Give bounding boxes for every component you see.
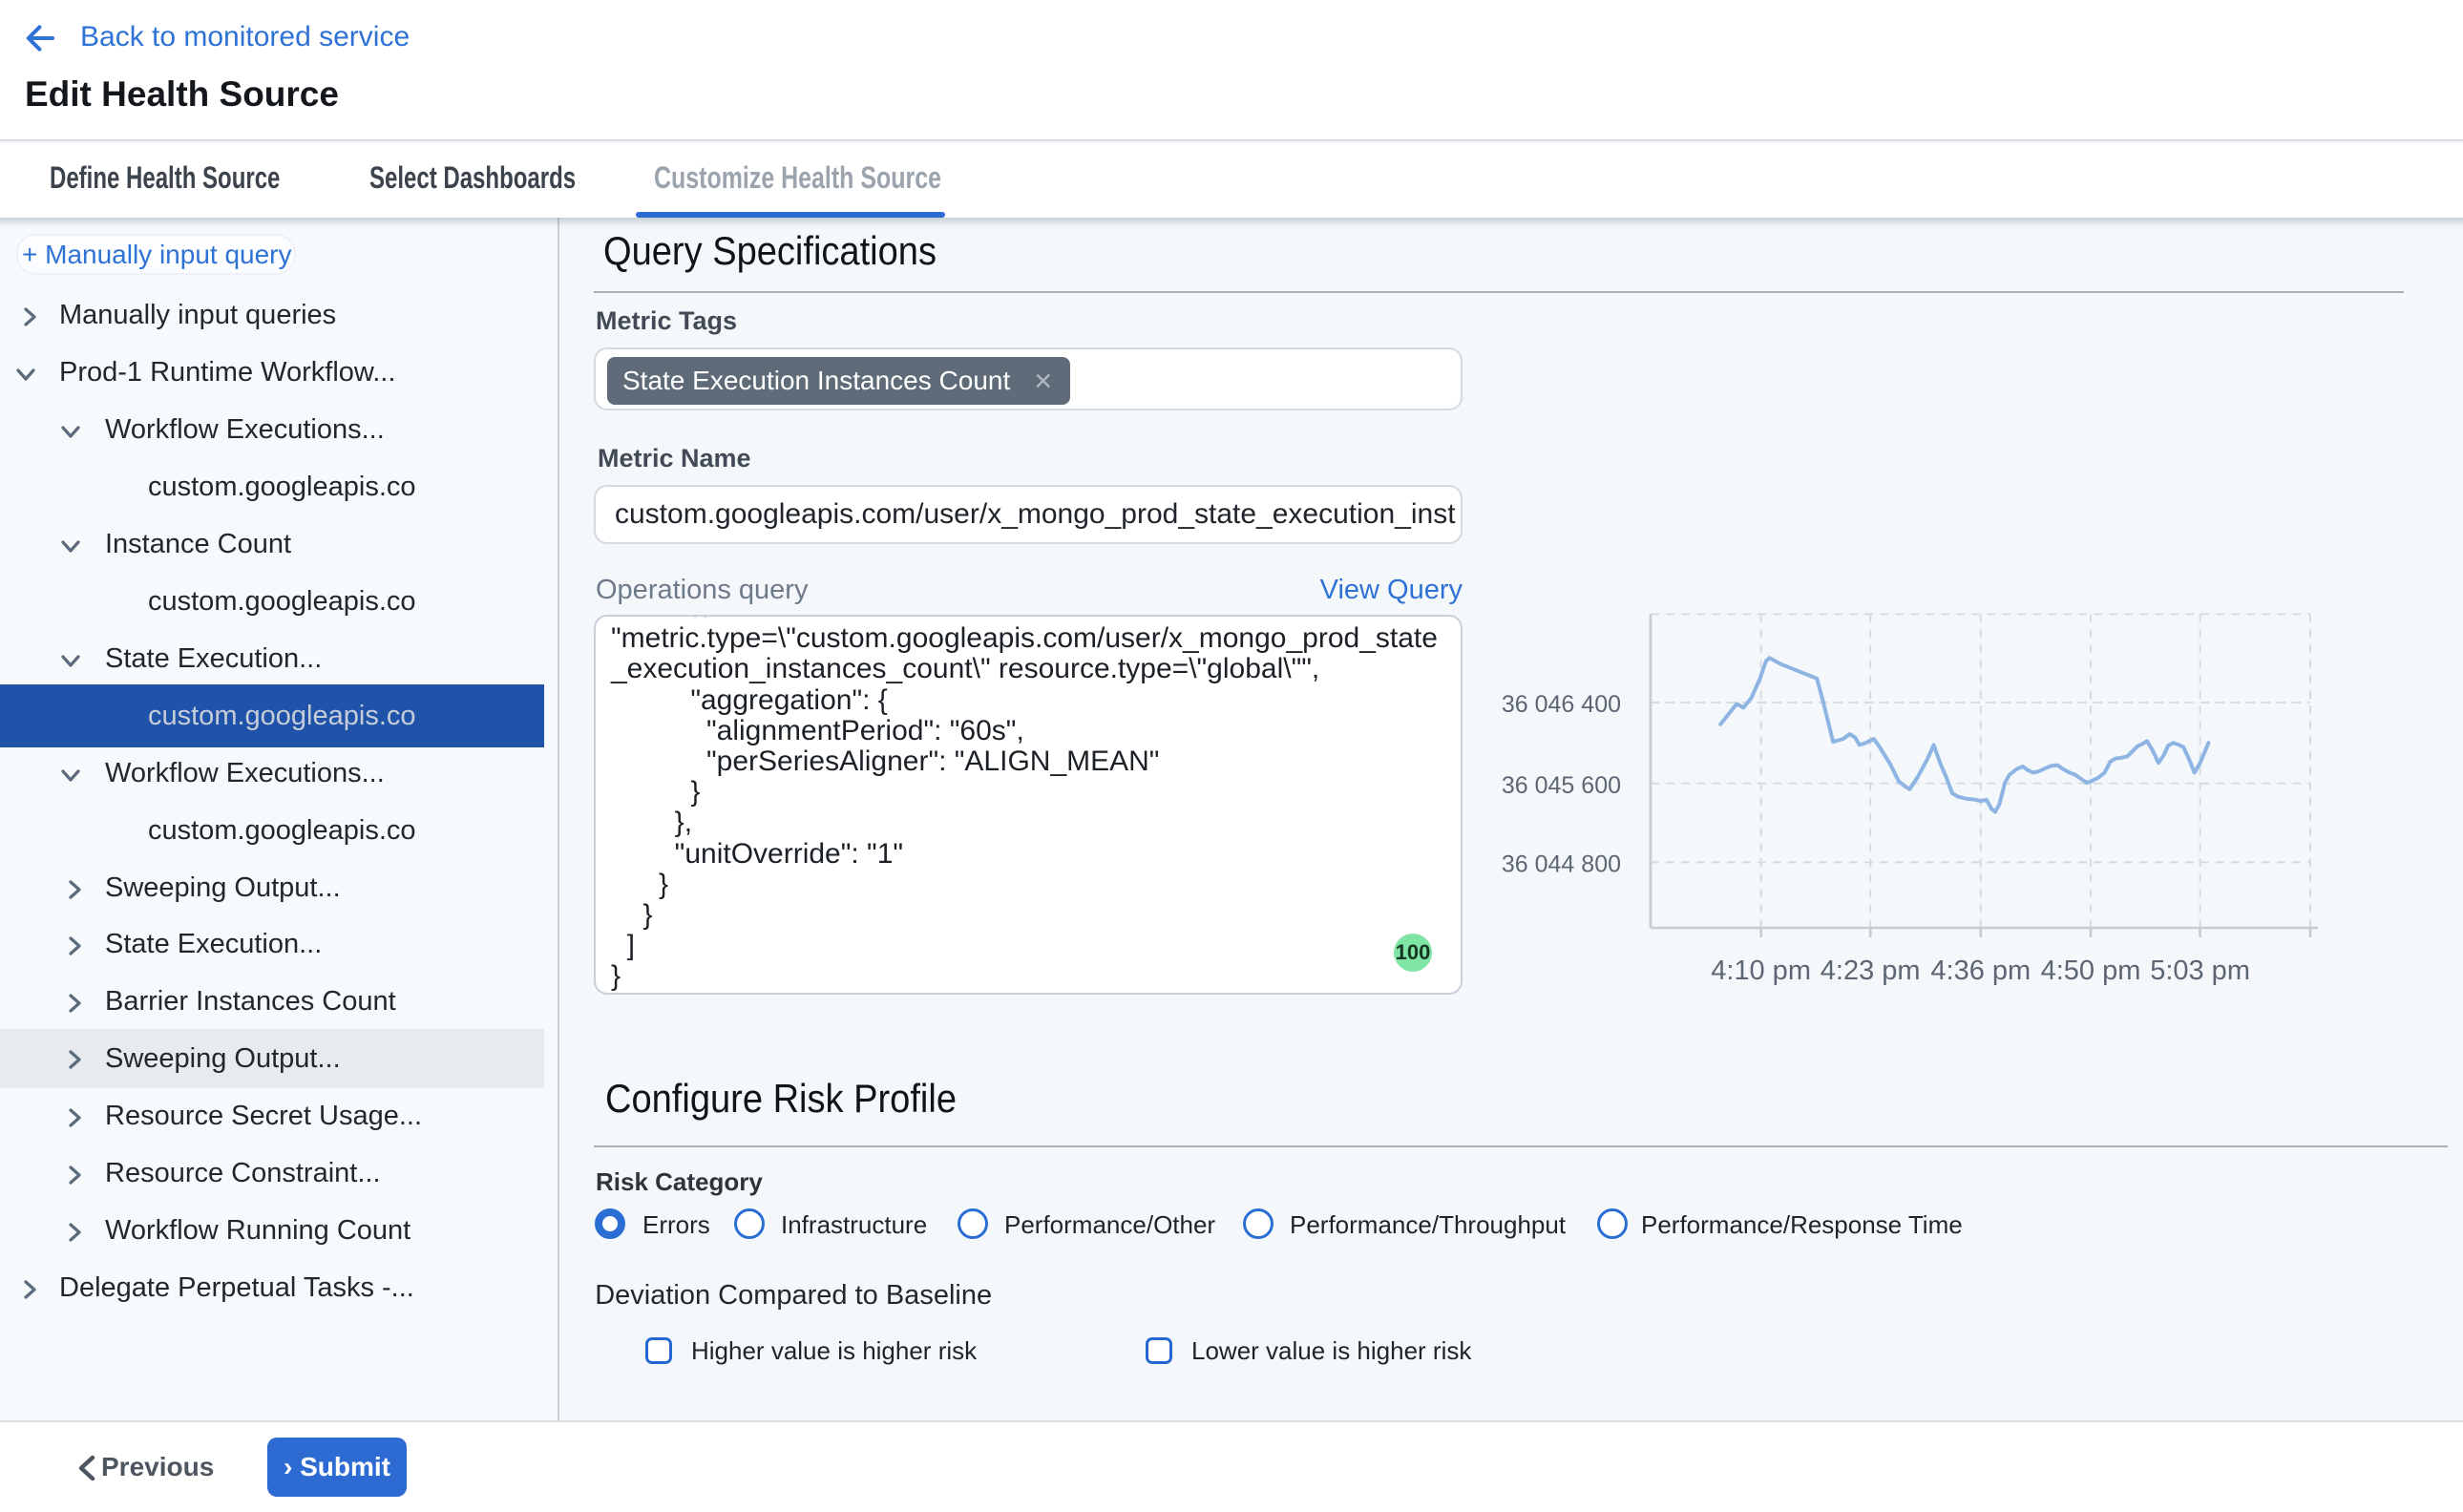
svg-text:4:36 pm: 4:36 pm [1930, 956, 2031, 986]
svg-text:4:23 pm: 4:23 pm [1821, 956, 1921, 986]
svg-text:36 045 600: 36 045 600 [1502, 772, 1621, 799]
svg-text:36 044 800: 36 044 800 [1502, 850, 1621, 877]
svg-text:5:03 pm: 5:03 pm [2150, 956, 2250, 986]
svg-text:4:50 pm: 4:50 pm [2041, 956, 2141, 986]
svg-text:36 046 400: 36 046 400 [1502, 691, 1621, 718]
svg-text:4:10 pm: 4:10 pm [1711, 956, 1811, 986]
